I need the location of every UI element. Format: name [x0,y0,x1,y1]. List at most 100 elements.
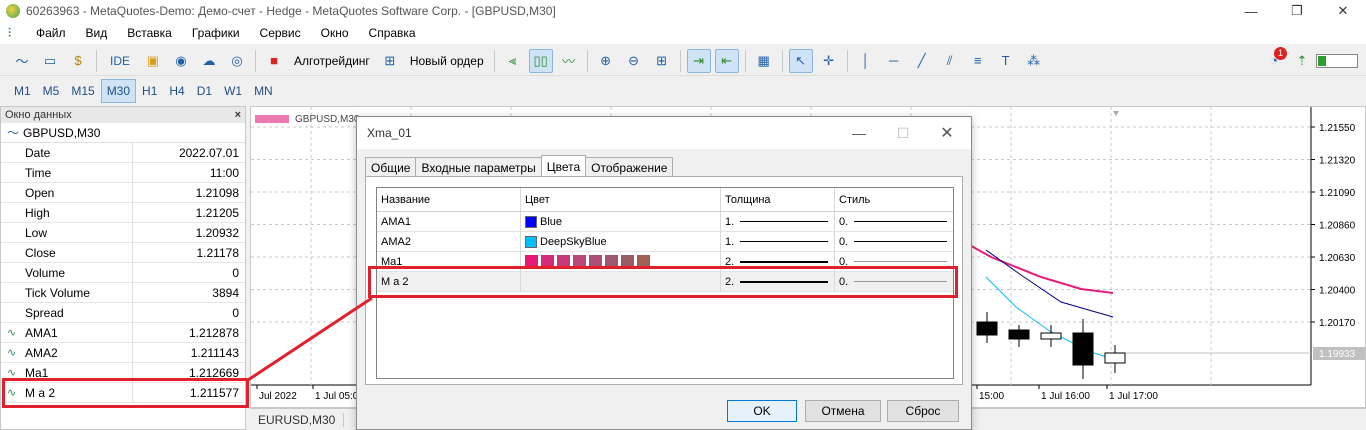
plot-color[interactable]: Blue [521,212,721,231]
plot-row[interactable]: Ma1 2. 0. [377,252,953,272]
timeframe-h1[interactable]: H1 [136,79,163,103]
menu-help[interactable]: Справка [359,26,426,40]
menu-view[interactable]: Вид [76,26,118,40]
chart-tab-eurusd[interactable]: EURUSD,M30 [250,412,345,427]
timeframe-d1[interactable]: D1 [191,79,218,103]
cursor-icon[interactable]: ↖ [788,48,813,73]
menu-insert[interactable]: Вставка [117,26,182,40]
menu-file[interactable]: Файл [26,26,76,40]
plot-width[interactable]: 1. [721,212,835,231]
col-style-header[interactable]: Стиль [835,188,953,211]
money-icon[interactable]: $ [66,49,90,73]
data-row: Spread 0 [1,303,245,323]
chart-menu-icon[interactable]: ⫶ [8,26,22,40]
timeframe-w1[interactable]: W1 [218,79,248,103]
restore-button[interactable]: ❐ [1274,0,1320,22]
dialog-minimize-icon[interactable]: — [837,117,881,149]
plot-width[interactable]: 2. [721,252,835,271]
data-row-key: Date [1,143,133,162]
palette-swatch[interactable] [621,255,634,268]
chart-type-icon[interactable]: ▭ [38,49,62,73]
palette-swatch[interactable] [557,255,570,268]
timeframe-h4[interactable]: H4 [163,79,190,103]
color-palette[interactable] [525,255,650,268]
tab-colors[interactable]: Цвета [540,155,587,177]
menu-window[interactable]: Окно [311,26,359,40]
tab-inputs[interactable]: Входные параметры [415,157,542,177]
plot-style[interactable]: 0. [835,272,953,291]
signals-icon[interactable]: ◉ [169,49,193,73]
plot-style[interactable]: 0. [835,232,953,251]
cancel-button[interactable]: Отмена [805,400,881,422]
fibonacci-icon[interactable]: ≡ [966,49,990,73]
close-window-button[interactable]: ✕ [1320,0,1366,22]
reset-button[interactable]: Сброс [887,400,959,422]
plot-row[interactable]: AMA1 Blue 1. 0. [377,212,953,232]
palette-swatch[interactable] [541,255,554,268]
algotrading-button[interactable]: Алготрейдинг [288,54,376,68]
menu-tools[interactable]: Сервис [250,26,311,40]
menu-charts[interactable]: Графики [182,26,250,40]
palette-swatch[interactable] [573,255,586,268]
dialog-close-icon[interactable]: ✕ [925,117,969,149]
trendline-icon[interactable]: ╱ [910,49,934,73]
channel-icon[interactable]: ⫽ [938,49,962,73]
cloud-icon[interactable]: ☁ [197,49,221,73]
chart-shift-icon[interactable]: ⇤ [714,48,739,73]
plot-name: Ma1 [377,252,521,271]
color-swatch[interactable] [525,215,537,228]
line-icon[interactable]: 〰 [557,49,581,73]
bar-chart-icon[interactable]: ⫷ [501,49,525,73]
plot-color[interactable]: DeepSkyBlue [521,232,721,251]
tab-general[interactable]: Общие [365,157,417,177]
data-window-close-icon[interactable]: × [235,109,241,121]
zoom-in-icon[interactable]: ⊕ [594,49,618,73]
vertical-line-icon[interactable]: │ [854,49,878,73]
grid-icon[interactable]: ⊞ [650,49,674,73]
ide-button[interactable]: IDE [103,49,137,73]
autoscroll-icon[interactable]: ⇥ [686,48,711,73]
line-chart-icon[interactable]: 〜 [10,49,34,73]
algotrading-icon[interactable]: ■ [262,49,286,73]
palette-swatch[interactable] [589,255,602,268]
new-order-button[interactable]: Новый ордер [404,54,490,68]
col-color-header[interactable]: Цвет [521,188,721,211]
minimize-button[interactable]: — [1228,0,1274,22]
col-width-header[interactable]: Толщина [721,188,835,211]
data-row-key: Time [1,163,133,182]
timeframe-m15[interactable]: M15 [65,79,100,103]
level-icon[interactable]: ⇡ [1290,49,1314,73]
palette-swatch[interactable] [605,255,618,268]
plot-color[interactable] [521,272,721,291]
candlestick-icon[interactable]: ▯▯ [528,48,553,73]
palette-swatch[interactable] [525,255,538,268]
timeframe-m5[interactable]: M5 [37,79,66,103]
plot-width[interactable]: 1. [721,232,835,251]
timeframe-m1[interactable]: M1 [8,79,37,103]
horizontal-line-icon[interactable]: ─ [882,49,906,73]
palette-swatch[interactable] [637,255,650,268]
shapes-icon[interactable]: ⁂ [1022,49,1046,73]
plot-color[interactable] [521,252,721,271]
color-swatch[interactable] [525,235,537,248]
vps-icon[interactable]: ◎ [225,49,249,73]
colors-grid: Название Цвет Толщина Стиль AMA1 Blue 1. 0.… [376,187,954,379]
crosshair-icon[interactable]: ✛ [817,49,841,73]
plot-width[interactable]: 2. [721,272,835,291]
ok-button[interactable]: OK [727,400,797,422]
timeframe-m30[interactable]: M30 [100,79,137,103]
plot-style[interactable]: 0. [835,252,953,271]
data-row-value: 0 [232,265,239,280]
zoom-out-icon[interactable]: ⊖ [622,49,646,73]
screenshot-icon[interactable]: ▦ [752,49,776,73]
text-icon[interactable]: T [994,49,1018,73]
plot-row[interactable]: M a 2 2. 0. [377,272,953,292]
notifications-icon[interactable]: ◔ 1 [1262,46,1287,73]
plot-style[interactable]: 0. [835,212,953,231]
plot-row[interactable]: AMA2 DeepSkyBlue 1. 0. [377,232,953,252]
tab-visualization[interactable]: Отображение [585,157,674,177]
new-order-icon[interactable]: ⊞ [378,49,402,73]
timeframe-mn[interactable]: MN [248,79,279,103]
col-name-header[interactable]: Название [377,188,521,211]
market-bag-icon[interactable]: ▣ [141,49,165,73]
